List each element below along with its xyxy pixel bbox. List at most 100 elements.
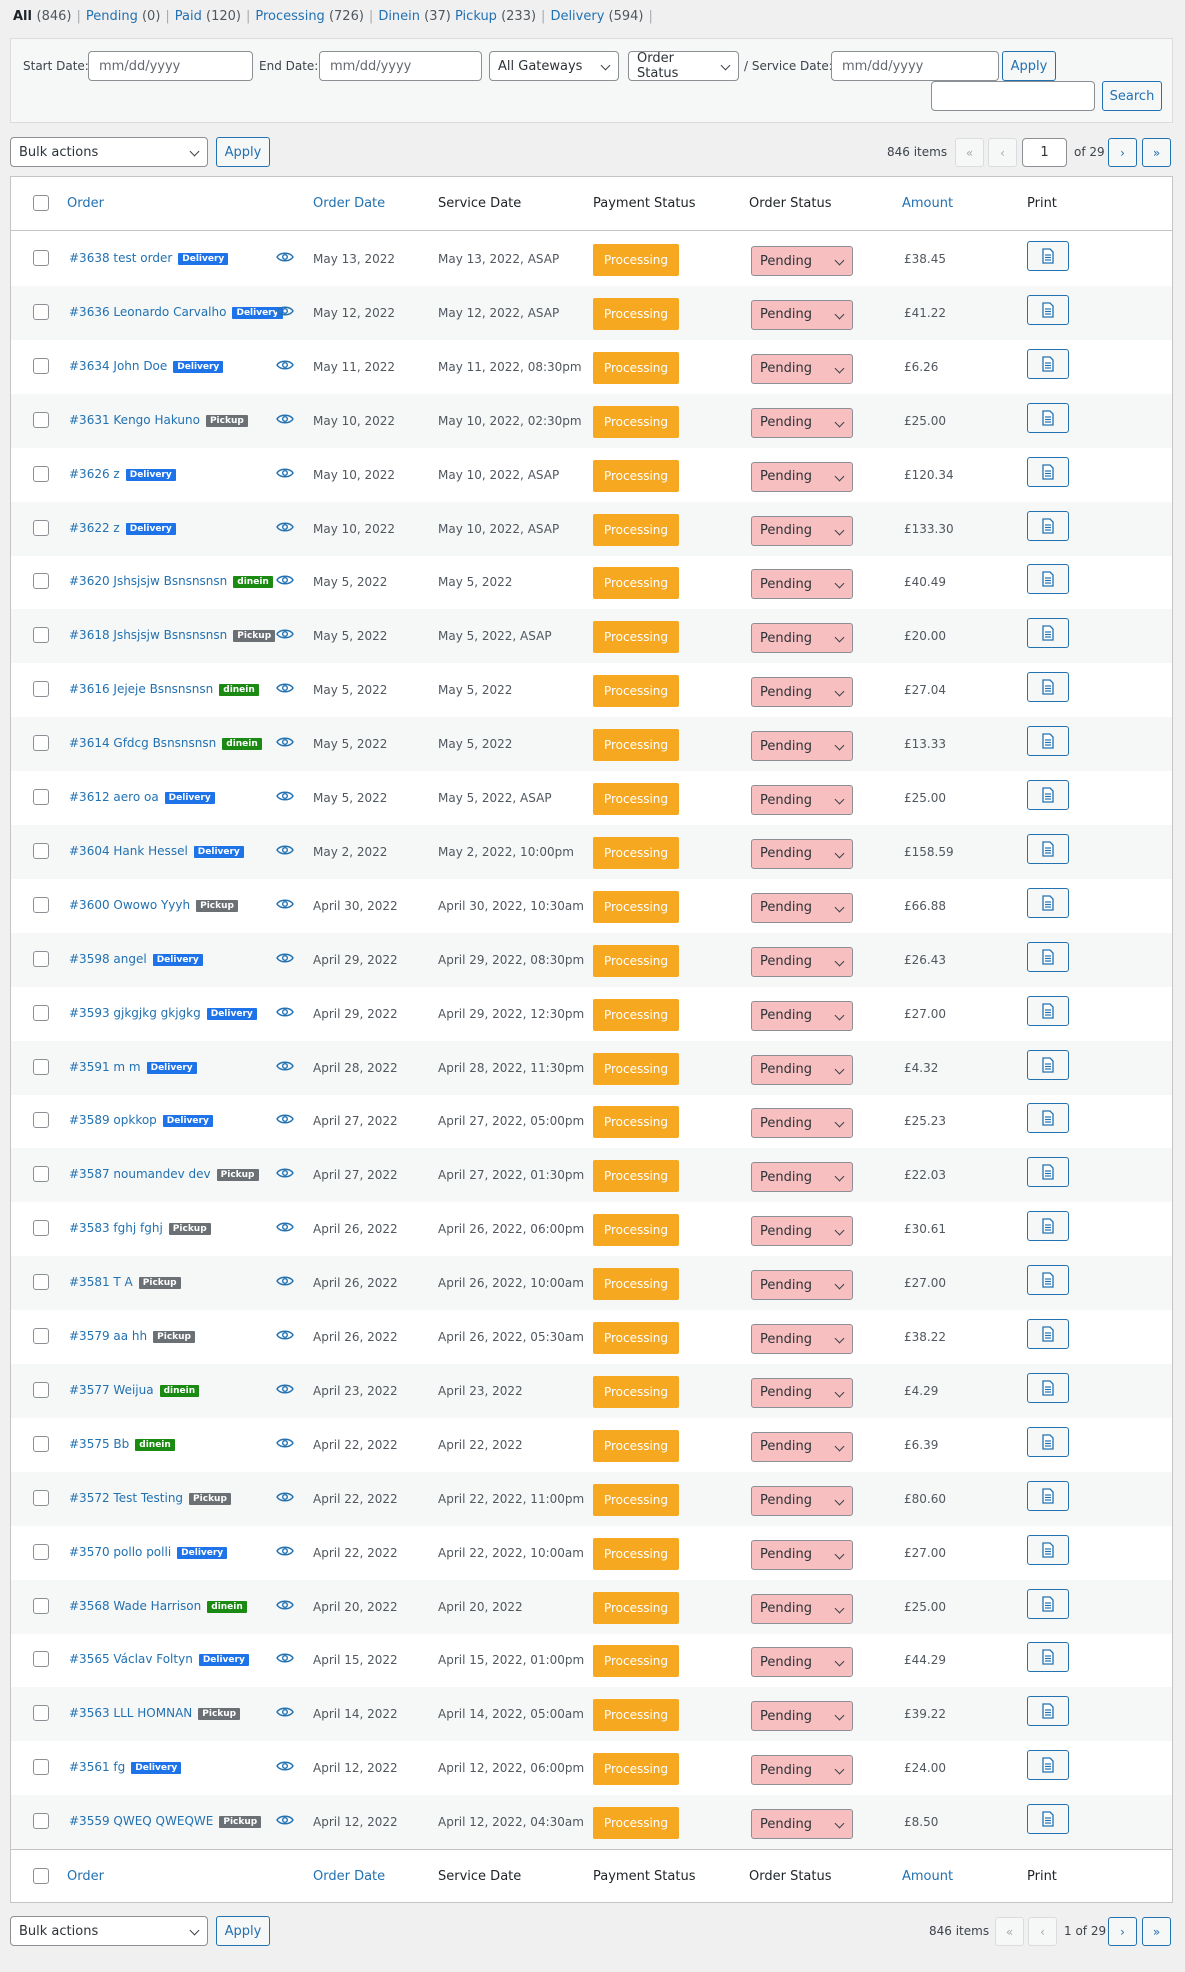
print-button[interactable] bbox=[1027, 887, 1069, 918]
order-status-select[interactable]: Pending bbox=[751, 1000, 853, 1031]
column-amount[interactable]: Amount bbox=[902, 1869, 953, 1884]
order-status-select[interactable]: Pending bbox=[751, 353, 853, 384]
bulk-apply-button-bottom[interactable]: Apply bbox=[216, 1916, 270, 1946]
row-checkbox[interactable] bbox=[33, 627, 49, 644]
eye-icon[interactable] bbox=[276, 413, 294, 429]
order-link[interactable]: #3634 John Doe bbox=[69, 359, 167, 373]
row-checkbox[interactable] bbox=[33, 1112, 49, 1129]
row-checkbox[interactable] bbox=[33, 465, 49, 482]
row-checkbox[interactable] bbox=[33, 303, 49, 320]
order-link[interactable]: #3631 Kengo Hakuno bbox=[69, 413, 200, 427]
eye-icon[interactable] bbox=[276, 1814, 294, 1830]
row-checkbox[interactable] bbox=[33, 411, 49, 428]
order-status-select[interactable]: Pending bbox=[751, 731, 853, 762]
eye-icon[interactable] bbox=[276, 790, 294, 806]
print-button[interactable] bbox=[1027, 1211, 1069, 1242]
order-link[interactable]: #3604 Hank Hessel bbox=[69, 844, 188, 858]
eye-icon[interactable] bbox=[276, 1706, 294, 1722]
print-button[interactable] bbox=[1027, 1696, 1069, 1727]
order-status-select[interactable]: Pending bbox=[751, 461, 853, 492]
order-status-select[interactable]: Pending bbox=[751, 623, 853, 654]
order-link[interactable]: #3559 QWEQ QWEQWE bbox=[69, 1814, 213, 1828]
eye-icon[interactable] bbox=[276, 898, 294, 914]
order-status-select[interactable]: Pending bbox=[751, 785, 853, 815]
order-status-select[interactable]: Pending bbox=[751, 1377, 853, 1408]
row-checkbox[interactable] bbox=[33, 896, 49, 913]
next-page-button[interactable]: › bbox=[1108, 138, 1137, 167]
order-link[interactable]: #3570 pollo polli bbox=[69, 1545, 171, 1559]
order-status-select[interactable]: Pending bbox=[751, 1431, 853, 1462]
print-button[interactable] bbox=[1027, 564, 1069, 595]
print-button[interactable] bbox=[1027, 1750, 1069, 1781]
select-all-checkbox-footer[interactable] bbox=[33, 1868, 49, 1884]
order-link[interactable]: #3622 z bbox=[69, 521, 120, 535]
eye-icon[interactable] bbox=[276, 952, 294, 968]
print-button[interactable] bbox=[1027, 672, 1069, 703]
order-status-select[interactable]: Pending bbox=[751, 1593, 853, 1624]
eye-icon[interactable] bbox=[276, 1545, 294, 1561]
row-checkbox[interactable] bbox=[33, 250, 49, 266]
column-order[interactable]: Order bbox=[67, 196, 104, 211]
status-link-all[interactable]: All (846) bbox=[13, 9, 71, 24]
order-status-select[interactable]: Pending bbox=[751, 677, 853, 708]
eye-icon[interactable] bbox=[276, 682, 294, 698]
status-link-processing[interactable]: Processing (726) bbox=[255, 9, 364, 24]
order-status-select[interactable]: Pending bbox=[751, 299, 853, 330]
order-status-select[interactable]: Pending bbox=[751, 1647, 853, 1678]
order-status-select[interactable]: Order Status bbox=[628, 51, 739, 81]
row-checkbox[interactable] bbox=[33, 1435, 49, 1452]
print-button[interactable] bbox=[1027, 1319, 1069, 1349]
order-link[interactable]: #3563 LLL HOMNAN bbox=[69, 1706, 192, 1720]
bulk-actions-select-bottom[interactable]: Bulk actions bbox=[10, 1916, 208, 1946]
print-button[interactable] bbox=[1027, 941, 1069, 972]
row-checkbox[interactable] bbox=[33, 842, 49, 859]
row-checkbox[interactable] bbox=[33, 1489, 49, 1506]
order-link[interactable]: #3589 opkkop bbox=[69, 1113, 157, 1127]
column-order[interactable]: Order bbox=[67, 1869, 104, 1884]
order-status-select[interactable]: Pending bbox=[751, 1755, 853, 1786]
order-link[interactable]: #3568 Wade Harrison bbox=[69, 1599, 201, 1613]
order-link[interactable]: #3618 Jshsjsjw Bsnsnsnsn bbox=[69, 628, 227, 642]
eye-icon[interactable] bbox=[276, 1329, 294, 1345]
eye-icon[interactable] bbox=[276, 1491, 294, 1507]
order-status-select[interactable]: Pending bbox=[751, 946, 853, 977]
row-checkbox[interactable] bbox=[33, 1274, 49, 1291]
eye-icon[interactable] bbox=[276, 736, 294, 752]
print-button[interactable] bbox=[1027, 1642, 1069, 1673]
search-input[interactable] bbox=[931, 81, 1095, 111]
eye-icon[interactable] bbox=[276, 844, 294, 860]
order-status-select[interactable]: Pending bbox=[751, 515, 853, 546]
row-checkbox[interactable] bbox=[33, 1381, 49, 1398]
print-button[interactable] bbox=[1027, 510, 1069, 541]
end-date-input[interactable]: mm/dd/yyyy bbox=[319, 51, 482, 81]
print-button[interactable] bbox=[1027, 1157, 1069, 1188]
print-button[interactable] bbox=[1027, 1265, 1069, 1296]
print-button[interactable] bbox=[1027, 1049, 1069, 1080]
print-button[interactable] bbox=[1027, 1480, 1069, 1511]
column-order-date[interactable]: Order Date bbox=[313, 196, 385, 211]
print-button[interactable] bbox=[1027, 833, 1069, 864]
order-link[interactable]: #3614 Gfdcg Bsnsnsnsn bbox=[69, 736, 216, 750]
status-link-pickup[interactable]: Pickup (233) bbox=[455, 9, 536, 24]
row-checkbox[interactable] bbox=[33, 1058, 49, 1075]
bulk-apply-button[interactable]: Apply bbox=[216, 137, 270, 167]
order-link[interactable]: #3612 aero oa bbox=[69, 790, 159, 804]
print-button[interactable] bbox=[1027, 618, 1069, 649]
eye-icon[interactable] bbox=[276, 1167, 294, 1183]
order-status-select[interactable]: Pending bbox=[751, 892, 853, 923]
print-button[interactable] bbox=[1027, 241, 1069, 271]
eye-icon[interactable] bbox=[276, 1221, 294, 1237]
current-page-input[interactable]: 1 bbox=[1022, 138, 1067, 167]
filter-apply-button[interactable]: Apply bbox=[1002, 51, 1056, 81]
status-link-paid[interactable]: Paid (120) bbox=[175, 9, 241, 24]
order-link[interactable]: #3591 m m bbox=[69, 1060, 141, 1074]
row-checkbox[interactable] bbox=[33, 950, 49, 967]
last-page-button[interactable]: » bbox=[1142, 138, 1171, 167]
eye-icon[interactable] bbox=[276, 1113, 294, 1129]
row-checkbox[interactable] bbox=[33, 519, 49, 536]
first-page-button[interactable]: « bbox=[995, 1917, 1024, 1946]
order-status-select[interactable]: Pending bbox=[751, 1162, 853, 1193]
order-link[interactable]: #3579 aa hh bbox=[69, 1329, 147, 1343]
eye-icon[interactable] bbox=[276, 1275, 294, 1291]
order-link[interactable]: #3587 noumandev dev bbox=[69, 1167, 211, 1181]
